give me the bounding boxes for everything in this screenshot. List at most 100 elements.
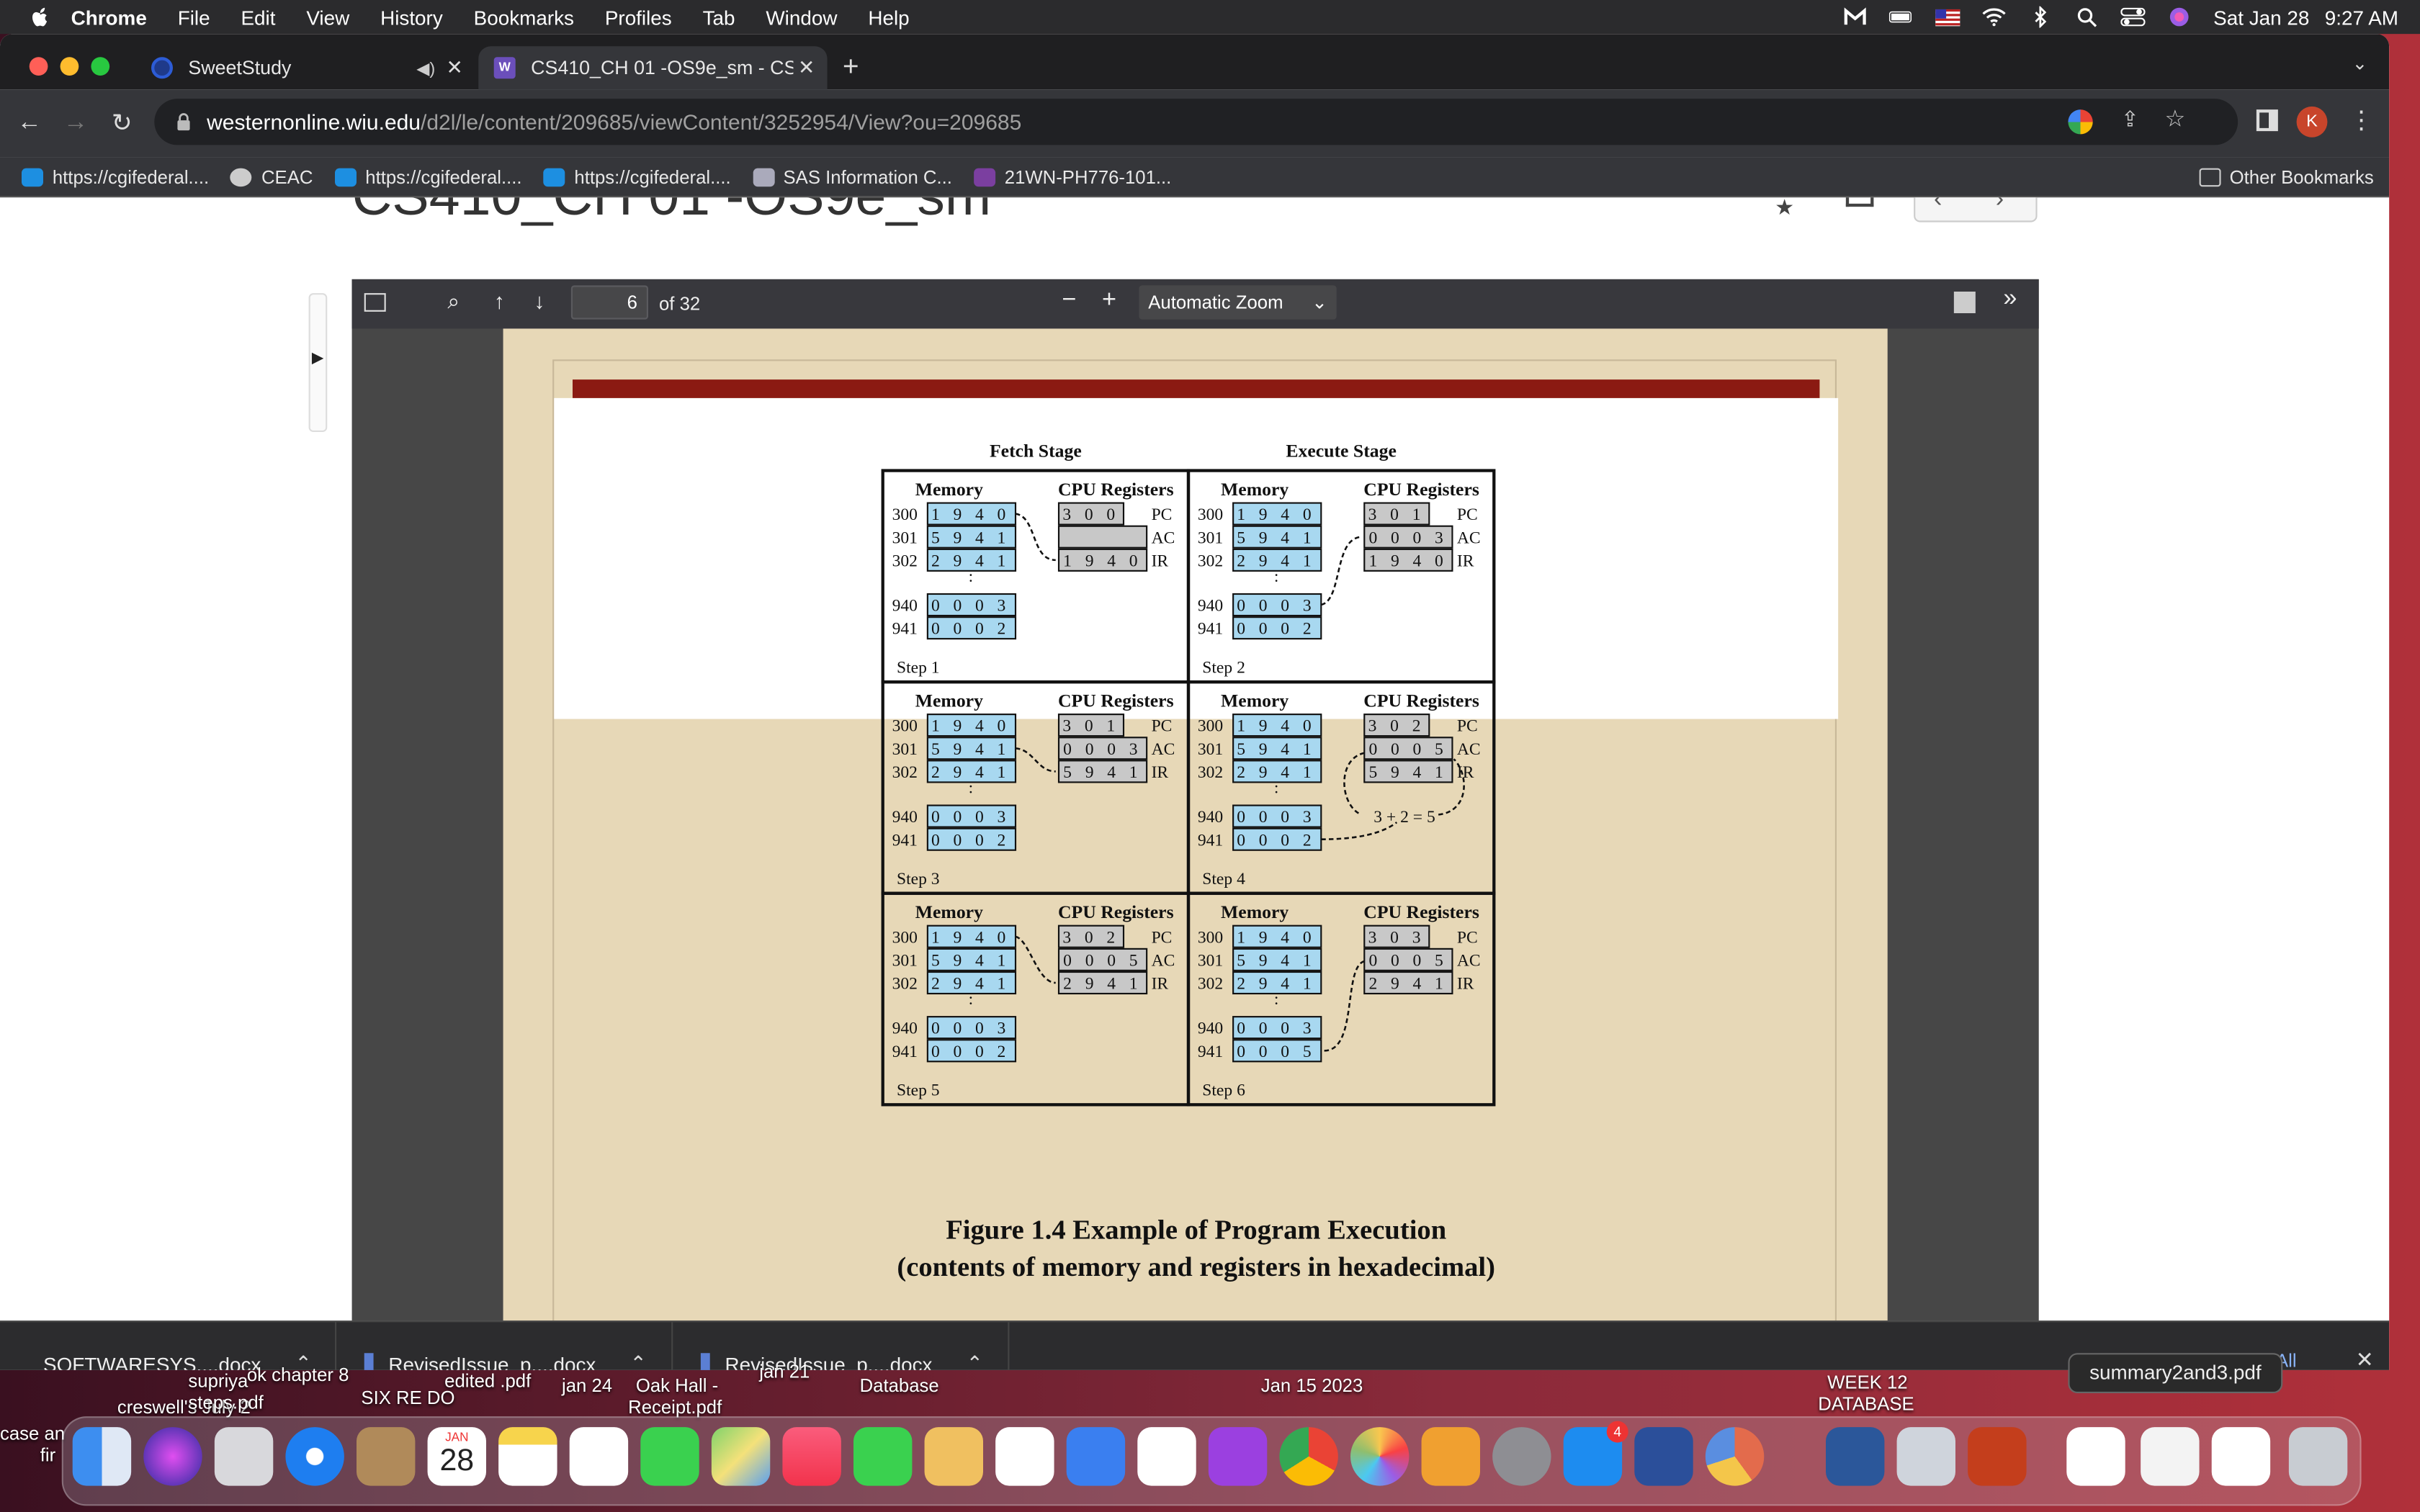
close-icon[interactable]: ✕ <box>798 55 815 80</box>
spotlight-search-icon[interactable] <box>2074 6 2099 28</box>
bookmark-item[interactable]: https://cgifederal.... <box>334 166 522 187</box>
new-tab-plus-icon[interactable]: + <box>843 53 859 81</box>
music-icon[interactable] <box>782 1427 841 1486</box>
forward-arrow-icon[interactable]: → <box>53 109 99 138</box>
desktop-file-label[interactable]: jan 21 <box>759 1361 810 1382</box>
other-bookmarks[interactable]: Other Bookmarks <box>2198 166 2374 187</box>
arrow-down-icon[interactable]: ↓ <box>534 289 544 313</box>
google-lens-icon[interactable] <box>2068 109 2093 135</box>
system-preferences-icon[interactable] <box>1492 1427 1551 1486</box>
tab-cs410[interactable]: W CS410_CH 01 -OS9e_sm - CS ✕ <box>478 46 828 90</box>
prev-arrow-icon[interactable]: ‹ <box>1934 197 1942 215</box>
desktop-file-label[interactable]: edited .pdf <box>444 1370 531 1392</box>
tools-double-chevron-icon[interactable]: » <box>2003 285 2017 313</box>
share-icon[interactable]: ⇪ <box>2121 107 2139 132</box>
app-store-icon[interactable]: 4 <box>1563 1421 1628 1486</box>
menu-tab[interactable]: Tab <box>703 6 735 29</box>
lock-icon[interactable] <box>176 112 191 131</box>
us-flag-icon[interactable] <box>1935 6 1960 28</box>
disk-utility-pie-icon[interactable] <box>1705 1427 1765 1486</box>
siri-icon[interactable] <box>143 1427 202 1486</box>
menu-help[interactable]: Help <box>868 6 909 29</box>
desktop-file-label[interactable]: jan 24 <box>562 1374 612 1396</box>
window-minimize-button[interactable] <box>60 57 79 76</box>
zoom-in-icon[interactable]: + <box>1102 287 1116 315</box>
virtualbox-icon[interactable] <box>1634 1427 1693 1486</box>
zoom-out-icon[interactable]: − <box>1062 287 1076 315</box>
calendar-icon[interactable]: JAN 28 <box>427 1427 486 1486</box>
bookmark-item[interactable]: https://cgifederal.... <box>543 166 731 187</box>
trash-icon[interactable] <box>2288 1427 2348 1486</box>
desktop-file-label[interactable]: WEEK 12 <box>1827 1372 1907 1393</box>
clock-date[interactable]: Sat Jan 28 <box>2213 6 2309 29</box>
desktop-file-label[interactable]: Database <box>860 1374 939 1396</box>
photos-icon[interactable] <box>1350 1427 1410 1486</box>
maps-icon[interactable] <box>711 1427 771 1486</box>
apple-icon[interactable] <box>28 4 53 29</box>
address-bar[interactable]: westernonline.wiu.edu/d2l/le/content/209… <box>154 99 2238 145</box>
desktop-file-label[interactable]: DATABASE <box>1818 1393 1914 1415</box>
menu-view[interactable]: View <box>306 6 349 29</box>
chevron-up-icon[interactable]: ⌃ <box>629 1351 646 1370</box>
messages-icon[interactable] <box>640 1427 699 1486</box>
window-close-button[interactable] <box>29 57 48 76</box>
search-icon[interactable]: ⌕ <box>447 289 460 315</box>
back-arrow-icon[interactable]: ← <box>6 109 53 138</box>
chevron-up-icon[interactable]: ⌃ <box>967 1351 983 1370</box>
keynote-stage-icon[interactable] <box>1066 1427 1126 1486</box>
download-item[interactable]: RevisedIssue_p....docx ⌃ <box>673 1322 1010 1370</box>
finder-icon[interactable] <box>72 1427 132 1486</box>
desktop-file-label[interactable]: steps.pdf <box>188 1392 263 1413</box>
contacts-icon[interactable] <box>356 1427 416 1486</box>
sidebar-toggle-icon[interactable] <box>364 293 386 312</box>
bookmark-star-icon[interactable]: ☆ <box>2164 105 2185 132</box>
malwarebytes-icon[interactable] <box>1843 6 1868 28</box>
keynote-icon[interactable] <box>924 1427 983 1486</box>
download-item[interactable]: SOFTWARESYS....docx ⌃ <box>0 1322 337 1370</box>
more-menu-icon[interactable]: ⋮ <box>2349 105 2373 136</box>
books-icon[interactable] <box>1421 1427 1480 1486</box>
tab-sweetstudy[interactable]: SweetStudy ◀) ✕ <box>136 46 475 89</box>
word-document-icon[interactable] <box>2066 1427 2125 1486</box>
window-zoom-button[interactable] <box>91 57 110 76</box>
menu-file[interactable]: File <box>178 6 210 29</box>
menu-window[interactable]: Window <box>766 6 837 29</box>
profile-avatar[interactable]: K <box>2296 106 2328 138</box>
wifi-icon[interactable] <box>1982 6 2007 28</box>
side-toggle[interactable]: ▶ <box>308 293 328 432</box>
news-icon[interactable] <box>1137 1427 1196 1486</box>
pdf-document-icon[interactable] <box>2141 1427 2200 1486</box>
menu-edit[interactable]: Edit <box>241 6 275 29</box>
microsoft-word-icon[interactable] <box>1826 1427 1885 1486</box>
launchpad-icon[interactable] <box>214 1427 274 1486</box>
menu-profiles[interactable]: Profiles <box>605 6 672 29</box>
desktop-file-label[interactable]: Receipt.pdf <box>628 1396 722 1418</box>
fullscreen-icon[interactable] <box>1845 197 1874 207</box>
side-panel-icon[interactable] <box>2256 109 2278 132</box>
chrome-icon[interactable] <box>1279 1427 1338 1486</box>
desktop-file-label[interactable]: SIX RE DO <box>361 1387 454 1408</box>
preview-icon[interactable] <box>1896 1427 1955 1486</box>
zoom-select[interactable]: Automatic Zoom ⌄ <box>1139 285 1337 320</box>
desktop-file-label[interactable]: case an <box>0 1423 65 1444</box>
reminders-icon[interactable] <box>569 1427 629 1486</box>
siri-icon[interactable] <box>2167 6 2192 28</box>
battery-icon[interactable] <box>1889 6 1914 28</box>
close-icon[interactable]: ✕ <box>446 55 462 80</box>
desktop-file-label[interactable]: supriya <box>188 1370 248 1392</box>
desktop-file-label[interactable]: Jan 15 2023 <box>1261 1374 1363 1396</box>
desktop-file-label[interactable]: Oak Hall - <box>636 1374 718 1396</box>
bluetooth-icon[interactable] <box>2028 6 2053 28</box>
bookmark-item[interactable]: CEAC <box>230 166 313 187</box>
arrow-up-icon[interactable]: ↑ <box>494 289 505 313</box>
bookmark-item[interactable]: 21WN-PH776-101... <box>973 166 1171 187</box>
page-number-input[interactable]: 6 <box>570 285 648 320</box>
podcasts-icon[interactable] <box>1208 1427 1268 1486</box>
tab-search-chevron-down-icon[interactable]: ⌄ <box>2352 53 2368 74</box>
download-item[interactable]: RevisedIssue_p....docx ⌃ <box>336 1322 673 1370</box>
reload-icon[interactable]: ↻ <box>99 108 145 139</box>
notes-icon[interactable] <box>498 1427 557 1486</box>
menu-bookmarks[interactable]: Bookmarks <box>474 6 574 29</box>
desktop-file-label[interactable]: ok chapter 8 <box>247 1364 349 1385</box>
desktop-file-label[interactable]: fir <box>40 1444 55 1466</box>
